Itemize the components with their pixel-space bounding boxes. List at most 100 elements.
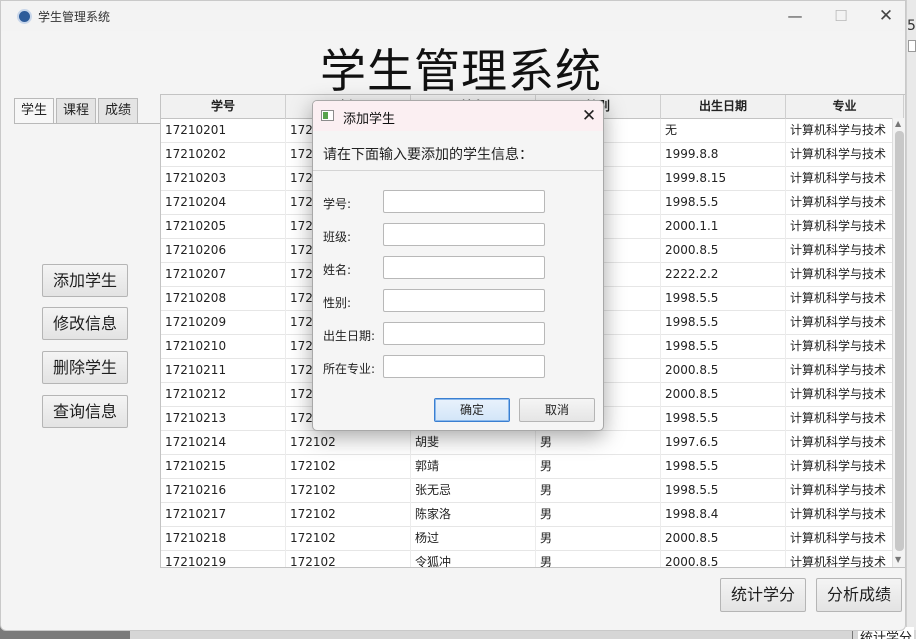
cell-name: 陈家洛 (411, 503, 536, 527)
table-row[interactable]: 17210215 172102 郭靖男 1998.5.5 计算机科学与技术 (161, 455, 905, 479)
cell-student-id: 17210203 (161, 167, 286, 191)
cell-major: 计算机科学与技术 (786, 311, 904, 335)
cell-student-id: 17210213 (161, 407, 286, 431)
edit-info-button[interactable]: 修改信息 (42, 307, 128, 340)
cell-name: 胡斐 (411, 431, 536, 455)
dialog-window-icon (321, 110, 334, 121)
cell-major: 计算机科学与技术 (786, 359, 904, 383)
cell-birthdate: 1997.6.5 (661, 431, 786, 455)
dialog-close-icon[interactable]: ✕ (575, 104, 603, 128)
cancel-button[interactable]: 取消 (519, 398, 595, 422)
cell-student-id: 17210212 (161, 383, 286, 407)
table-row[interactable]: 17210216 172102 张无忌男 1998.5.5 计算机科学与技术 (161, 479, 905, 503)
scroll-down-icon[interactable]: ▼ (895, 555, 901, 564)
cell-gender: 男 (536, 455, 661, 479)
title-bar: 学生管理系统 — ☐ ✕ (1, 1, 905, 31)
dialog-title-bar: 添加学生 ✕ (313, 101, 603, 131)
tab-students[interactable]: 学生 (14, 98, 54, 124)
window-title: 学生管理系统 (38, 10, 111, 24)
cell-major: 计算机科学与技术 (786, 407, 904, 431)
cell-class: 172102 (286, 431, 411, 455)
cell-name: 令狐冲 (411, 551, 536, 567)
cell-class: 172102 (286, 479, 411, 503)
column-header-birthdate[interactable]: 出生日期 (661, 95, 786, 119)
student-id-input[interactable] (383, 190, 545, 213)
cell-gender: 男 (536, 551, 661, 567)
page-heading: 学生管理系统 (320, 44, 602, 98)
class-input[interactable] (383, 223, 545, 246)
cell-birthdate: 1998.5.5 (661, 311, 786, 335)
cell-student-id: 17210218 (161, 527, 286, 551)
cell-student-id: 17210219 (161, 551, 286, 567)
birthdate-input[interactable] (383, 322, 545, 345)
field-label-gender: 性别: (323, 296, 352, 310)
cell-gender: 男 (536, 479, 661, 503)
cell-class: 172102 (286, 455, 411, 479)
cell-major: 计算机科学与技术 (786, 143, 904, 167)
background-window-checkbox (908, 40, 916, 52)
cell-class: 172102 (286, 503, 411, 527)
table-row[interactable]: 17210217 172102 陈家洛男 1998.8.4 计算机科学与技术 (161, 503, 905, 527)
delete-student-button[interactable]: 删除学生 (42, 351, 128, 384)
cell-major: 计算机科学与技术 (786, 239, 904, 263)
tab-scores[interactable]: 成绩 (98, 98, 138, 124)
add-student-dialog: 添加学生 ✕ 请在下面输入要添加的学生信息： 学号: 班级: 姓名: 性别: 出… (312, 100, 604, 431)
cell-birthdate: 无 (661, 119, 786, 143)
cell-birthdate: 1998.8.4 (661, 503, 786, 527)
cell-student-id: 17210210 (161, 335, 286, 359)
cell-class: 172102 (286, 551, 411, 567)
cell-birthdate: 2000.8.5 (661, 551, 786, 567)
table-row[interactable]: 17210214 172102 胡斐男 1997.6.5 计算机科学与技术 (161, 431, 905, 455)
table-row[interactable]: 17210218 172102 杨过男 2000.8.5 计算机科学与技术 (161, 527, 905, 551)
cell-major: 计算机科学与技术 (786, 215, 904, 239)
column-header-id[interactable]: 学号 (161, 95, 286, 119)
confirm-button[interactable]: 确定 (434, 398, 510, 422)
cell-major: 计算机科学与技术 (786, 263, 904, 287)
field-label-id: 学号: (323, 197, 352, 211)
cell-student-id: 17210216 (161, 479, 286, 503)
background-window-edge (906, 0, 916, 639)
maximize-button[interactable]: ☐ (818, 5, 864, 29)
column-header-major[interactable]: 专业 (786, 95, 904, 119)
major-input[interactable] (383, 355, 545, 378)
table-scrollbar-thumb[interactable] (895, 131, 904, 551)
cell-birthdate: 1998.5.5 (661, 455, 786, 479)
table-row[interactable]: 17210219 172102 令狐冲男 2000.8.5 计算机科学与技术 (161, 551, 905, 567)
minimize-button[interactable]: — (772, 5, 818, 29)
field-label-major: 所在专业: (323, 362, 376, 376)
dialog-prompt: 请在下面输入要添加的学生信息： (323, 147, 533, 163)
app-icon (17, 9, 32, 24)
dialog-title: 添加学生 (343, 112, 396, 127)
cell-student-id: 17210217 (161, 503, 286, 527)
cell-birthdate: 2000.8.5 (661, 527, 786, 551)
dialog-separator (313, 170, 603, 171)
name-input[interactable] (383, 256, 545, 279)
scroll-up-icon[interactable]: ▲ (895, 119, 901, 128)
field-label-birthdate: 出生日期: (323, 329, 376, 343)
cell-birthdate: 1998.5.5 (661, 335, 786, 359)
stats-credits-button[interactable]: 统计学分 (720, 578, 806, 612)
cell-birthdate: 2000.8.5 (661, 239, 786, 263)
cell-birthdate: 1999.8.15 (661, 167, 786, 191)
add-student-button[interactable]: 添加学生 (42, 264, 128, 297)
cell-name: 杨过 (411, 527, 536, 551)
close-button[interactable]: ✕ (863, 5, 905, 29)
cell-birthdate: 1998.5.5 (661, 287, 786, 311)
field-label-class: 班级: (323, 230, 352, 244)
cell-major: 计算机科学与技术 (786, 551, 904, 567)
cell-student-id: 17210205 (161, 215, 286, 239)
cell-student-id: 17210208 (161, 287, 286, 311)
cell-birthdate: 2000.1.1 (661, 215, 786, 239)
cell-major: 计算机科学与技术 (786, 119, 904, 143)
field-label-name: 姓名: (323, 263, 352, 277)
cell-birthdate: 2000.8.5 (661, 359, 786, 383)
cell-major: 计算机科学与技术 (786, 335, 904, 359)
tab-courses[interactable]: 课程 (56, 98, 96, 124)
gender-input[interactable] (383, 289, 545, 312)
cell-student-id: 17210201 (161, 119, 286, 143)
query-info-button[interactable]: 查询信息 (42, 395, 128, 428)
cell-birthdate: 1998.5.5 (661, 479, 786, 503)
cell-birthdate: 1998.5.5 (661, 191, 786, 215)
cell-gender: 男 (536, 503, 661, 527)
analyze-scores-button[interactable]: 分析成绩 (816, 578, 902, 612)
